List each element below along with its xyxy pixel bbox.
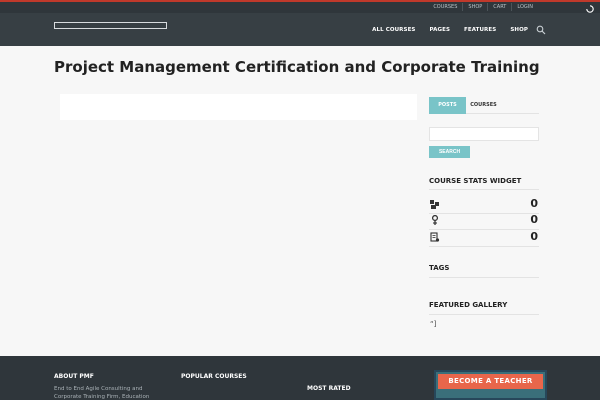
- top-link-login[interactable]: LOGIN: [512, 3, 538, 11]
- students-icon: [430, 200, 439, 209]
- stat-row-certificates: 0: [429, 230, 539, 247]
- search-icon[interactable]: [536, 25, 546, 35]
- footer-about-text: End to End Agile Consulting and Corporat…: [54, 386, 150, 400]
- tab-courses[interactable]: COURSES: [466, 97, 501, 114]
- footer-about-title: ABOUT PMF: [54, 373, 94, 380]
- top-link-courses[interactable]: COURSES: [428, 3, 464, 11]
- top-bar: COURSES SHOP CART LOGIN: [0, 2, 600, 13]
- search-input[interactable]: [429, 127, 539, 141]
- stat-row-instructors: 0: [429, 213, 539, 230]
- divider: [429, 314, 539, 315]
- tags-widget-title: TAGS: [429, 264, 450, 272]
- stat-value-certificates: 0: [530, 230, 538, 243]
- divider: [429, 189, 539, 190]
- main-nav: ALL COURSES PAGES FEATURES SHOP: [358, 25, 546, 35]
- tab-posts[interactable]: POSTS: [429, 97, 466, 114]
- nav-features[interactable]: FEATURES: [464, 27, 496, 33]
- page-title: Project Management Certification and Cor…: [54, 58, 540, 76]
- top-link-shop[interactable]: SHOP: [463, 3, 489, 11]
- top-links: COURSES SHOP CART LOGIN: [428, 3, 538, 11]
- nav-shop[interactable]: SHOP: [510, 27, 528, 33]
- course-stats-widget-title: COURSE STATS WIDGET: [429, 177, 522, 185]
- footer-most-rated-title: MOST RATED: [307, 385, 351, 392]
- become-teacher-banner: BECOME A TEACHER: [434, 370, 547, 400]
- nav-pages[interactable]: PAGES: [429, 27, 450, 33]
- stat-value-instructors: 0: [530, 213, 538, 226]
- gallery-text: “]: [430, 320, 437, 328]
- site-logo[interactable]: [54, 22, 167, 29]
- main-header: ALL COURSES PAGES FEATURES SHOP: [0, 13, 600, 46]
- content-panel: [60, 94, 417, 120]
- divider: [429, 277, 539, 278]
- site-footer: ABOUT PMF End to End Agile Consulting an…: [0, 356, 600, 400]
- footer-popular-courses-title: POPULAR COURSES: [181, 373, 247, 380]
- top-link-cart[interactable]: CART: [488, 3, 513, 11]
- stat-value-students: 0: [530, 197, 538, 210]
- sidebar-tabs: POSTS COURSES: [429, 97, 539, 114]
- loading-spinner-icon: [586, 5, 594, 13]
- search-button[interactable]: SEARCH: [429, 146, 470, 158]
- instructor-icon: [431, 215, 439, 225]
- featured-gallery-title: FEATURED GALLERY: [429, 301, 508, 309]
- become-teacher-button[interactable]: BECOME A TEACHER: [438, 374, 543, 389]
- nav-all-courses[interactable]: ALL COURSES: [372, 27, 415, 33]
- stat-row-students: 0: [429, 197, 539, 214]
- certificate-icon: [430, 232, 440, 242]
